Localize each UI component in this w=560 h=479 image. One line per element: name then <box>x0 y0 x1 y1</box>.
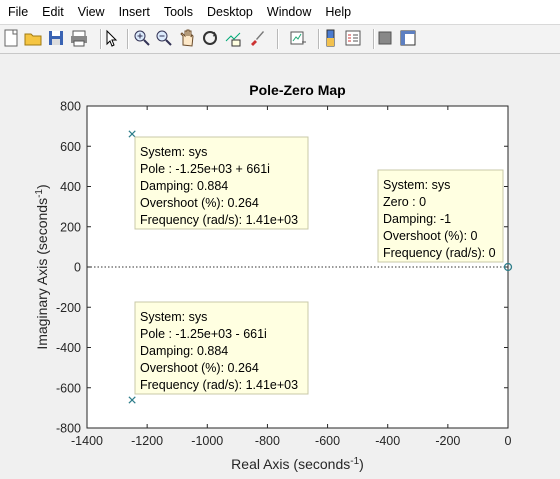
hide-plot-tools-icon[interactable] <box>375 28 395 48</box>
datatip-line: Frequency (rad/s): 1.41e+03 <box>140 213 298 227</box>
colorbar-icon[interactable] <box>321 28 341 48</box>
y-tick-label: 600 <box>60 140 81 154</box>
menu-edit[interactable]: Edit <box>35 0 71 24</box>
x-tick-label: -400 <box>375 434 400 448</box>
menu-insert[interactable]: Insert <box>112 0 157 24</box>
x-tick-label: -600 <box>315 434 340 448</box>
x-tick-label: -800 <box>255 434 280 448</box>
toolbar-separator <box>127 29 129 49</box>
menu-tools[interactable]: Tools <box>157 0 200 24</box>
datatip-line: System: sys <box>383 178 450 192</box>
datatip-line: Zero : 0 <box>383 195 426 209</box>
menu-desktop[interactable]: Desktop <box>200 0 260 24</box>
data-cursor-icon[interactable] <box>223 28 243 48</box>
datatip-line: Damping: 0.884 <box>140 179 228 193</box>
x-tick-label: -1000 <box>191 434 223 448</box>
y-tick-label: -800 <box>56 422 81 436</box>
y-tick-label: 800 <box>60 100 81 114</box>
brush-icon[interactable] <box>247 28 267 48</box>
open-file-icon[interactable] <box>23 28 43 48</box>
toolbar-separator <box>100 29 102 49</box>
x-axis-label: Real Axis (seconds-1) <box>231 456 364 472</box>
datatip-line: Frequency (rad/s): 0 <box>383 246 496 260</box>
link-plot-icon[interactable] <box>288 28 308 48</box>
legend-icon[interactable] <box>343 28 363 48</box>
pointer-icon[interactable] <box>101 28 121 48</box>
y-tick-label: -600 <box>56 381 81 395</box>
new-figure-icon[interactable] <box>1 28 21 48</box>
datatip-line: Frequency (rad/s): 1.41e+03 <box>140 378 298 392</box>
toolbar-separator <box>277 29 279 49</box>
y-tick-label: 0 <box>74 261 81 275</box>
datatip-line: Damping: 0.884 <box>140 344 228 358</box>
y-tick-label: 400 <box>60 180 81 194</box>
save-icon[interactable] <box>46 28 66 48</box>
figure-toolbar <box>0 25 560 54</box>
datatip-line: Pole : -1.25e+03 - 661i <box>140 327 267 341</box>
x-tick-label: -1400 <box>71 434 103 448</box>
datatip-line: Damping: -1 <box>383 212 451 226</box>
y-tick-label: -200 <box>56 301 81 315</box>
zoom-in-icon[interactable] <box>132 28 152 48</box>
zoom-out-icon[interactable] <box>154 28 174 48</box>
show-plot-tools-icon[interactable] <box>398 28 418 48</box>
toolbar-separator <box>318 29 320 49</box>
pole-zero-chart: -1400 -1200 -1000 -800 -600 -400 -200 0 800 600 40… <box>34 82 513 472</box>
pan-icon[interactable] <box>177 28 197 48</box>
toolbar-separator <box>373 29 375 49</box>
menu-window[interactable]: Window <box>260 0 318 24</box>
datatip-line: Overshoot (%): 0.264 <box>140 196 259 210</box>
datatip-line: Overshoot (%): 0.264 <box>140 361 259 375</box>
x-tick-label: -200 <box>435 434 460 448</box>
rotate-3d-icon[interactable] <box>200 28 220 48</box>
datatip-line: System: sys <box>140 310 207 324</box>
y-tick-label: 200 <box>60 220 81 234</box>
menu-help[interactable]: Help <box>318 0 358 24</box>
y-tick-label: -400 <box>56 341 81 355</box>
datatip-line: Overshoot (%): 0 <box>383 229 478 243</box>
x-tick-label: -1200 <box>131 434 163 448</box>
y-axis-label: Imaginary Axis (seconds-1) <box>34 184 50 349</box>
datatip-line: Pole : -1.25e+03 + 661i <box>140 162 270 176</box>
figure-canvas: -1400 -1200 -1000 -800 -600 -400 -200 0 800 600 40… <box>0 54 560 474</box>
chart-title: Pole-Zero Map <box>249 82 345 98</box>
menu-file[interactable]: File <box>1 0 35 24</box>
x-tick-label: 0 <box>505 434 512 448</box>
datatip-line: System: sys <box>140 145 207 159</box>
print-icon[interactable] <box>69 28 89 48</box>
menu-bar: File Edit View Insert Tools Desktop Window Help <box>0 0 560 25</box>
menu-view[interactable]: View <box>71 0 112 24</box>
